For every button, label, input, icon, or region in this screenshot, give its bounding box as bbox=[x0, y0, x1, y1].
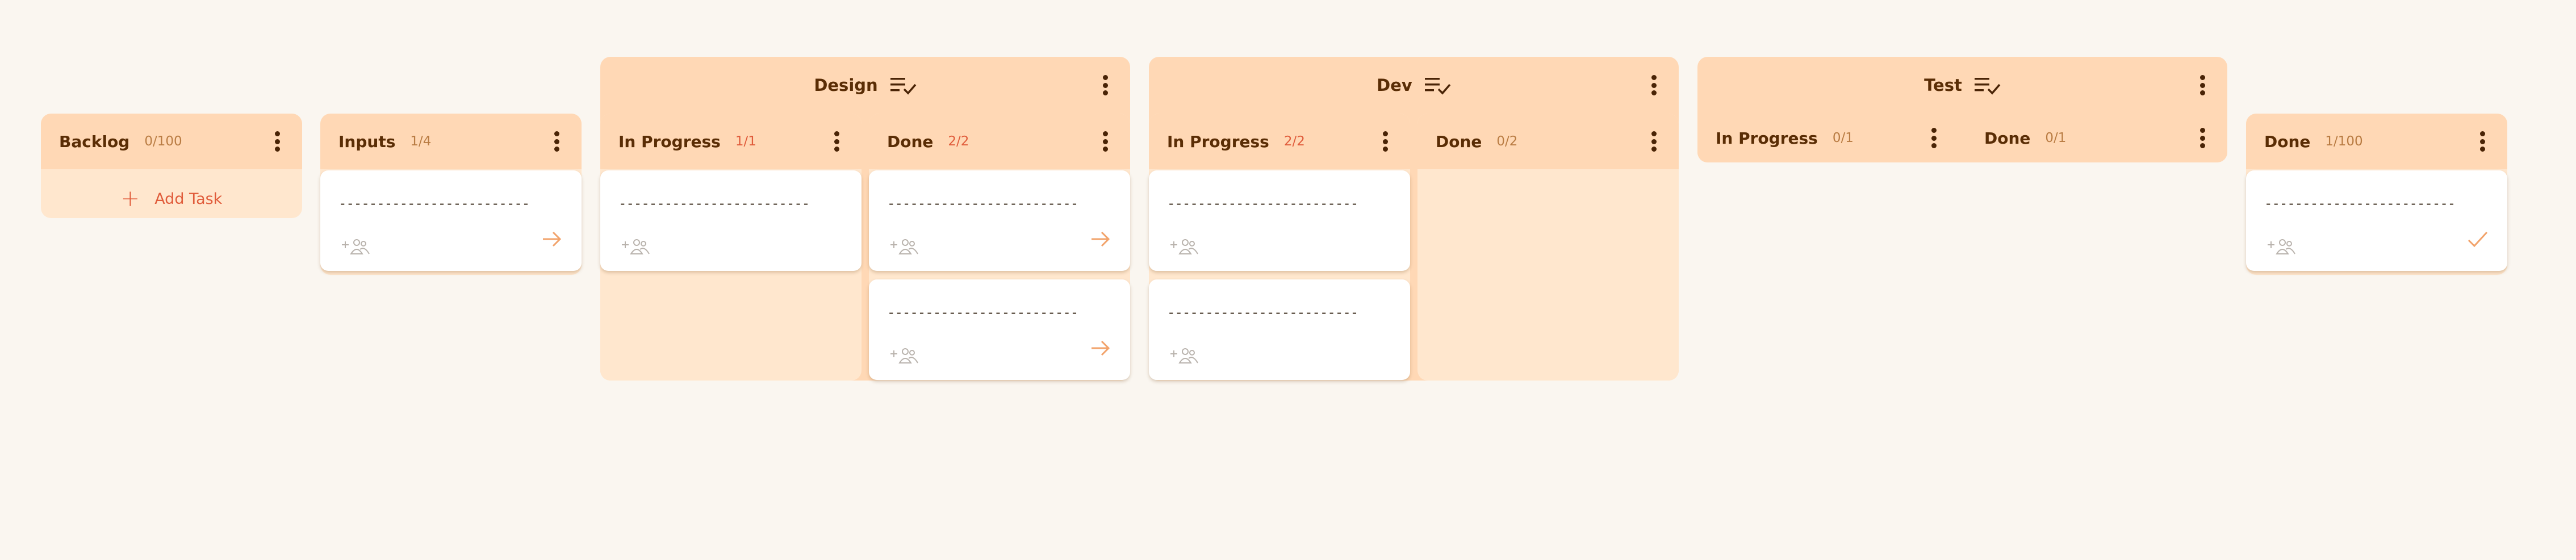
group-title: Design bbox=[814, 76, 878, 95]
group-menu-button[interactable] bbox=[2199, 75, 2206, 95]
column-menu-button[interactable] bbox=[553, 131, 560, 152]
column-header: Inputs 1/4 bbox=[320, 114, 582, 169]
column-header: In Progress 2/2 bbox=[1149, 114, 1410, 169]
move-arrow-icon[interactable] bbox=[541, 229, 563, 249]
add-assignee-icon[interactable] bbox=[621, 237, 653, 260]
column-header: In Progress 1/1 bbox=[600, 114, 862, 169]
column-backlog: Backlog 0/100 + Add Task bbox=[41, 114, 302, 218]
card-title: ------------------------- bbox=[1167, 304, 1358, 320]
column-menu-button[interactable] bbox=[1382, 131, 1389, 152]
group-menu-button[interactable] bbox=[1650, 75, 1657, 95]
column-test-in-progress: In Progress 0/1 bbox=[1697, 114, 1959, 162]
checklist-icon[interactable] bbox=[1424, 76, 1451, 95]
task-card[interactable]: ------------------------- bbox=[320, 170, 582, 271]
column-header: Done 1/100 bbox=[2246, 114, 2507, 169]
column-menu-button[interactable] bbox=[1650, 131, 1657, 152]
add-assignee-icon[interactable] bbox=[1169, 346, 1201, 369]
column-title: In Progress bbox=[1716, 128, 1818, 148]
kanban-board: Design Dev Test Backlog 0/100 + Add Task… bbox=[0, 0, 2576, 560]
plus-icon: + bbox=[120, 186, 140, 212]
group-dev-header: Dev bbox=[1149, 57, 1679, 114]
wip-count: 2/2 bbox=[1283, 134, 1305, 149]
column-menu-button[interactable] bbox=[2479, 131, 2486, 152]
group-title: Dev bbox=[1377, 76, 1412, 95]
wip-count: 0/2 bbox=[1496, 134, 1518, 149]
task-card[interactable]: ------------------------- bbox=[2246, 170, 2507, 271]
move-arrow-icon[interactable] bbox=[1089, 229, 1112, 249]
add-assignee-icon[interactable] bbox=[889, 237, 921, 260]
column-menu-button[interactable] bbox=[274, 131, 281, 152]
column-title: Inputs bbox=[338, 132, 396, 151]
task-card[interactable]: ------------------------- bbox=[600, 170, 862, 271]
column-title: Done bbox=[1984, 128, 2031, 148]
column-header: Done 0/1 bbox=[1966, 114, 2227, 162]
checkmark-icon[interactable] bbox=[2466, 229, 2489, 249]
add-assignee-icon[interactable] bbox=[1169, 237, 1201, 260]
move-arrow-icon[interactable] bbox=[1089, 338, 1112, 358]
task-card[interactable]: ------------------------- bbox=[869, 279, 1130, 380]
column-header: In Progress 0/1 bbox=[1697, 114, 1959, 162]
wip-count: 2/2 bbox=[948, 134, 969, 149]
add-assignee-icon[interactable] bbox=[889, 346, 921, 369]
card-title: ------------------------- bbox=[2264, 195, 2456, 211]
card-title: ------------------------- bbox=[338, 195, 530, 211]
task-card[interactable]: ------------------------- bbox=[869, 170, 1130, 271]
card-title: ------------------------- bbox=[887, 195, 1078, 211]
card-title: ------------------------- bbox=[618, 195, 810, 211]
add-task-label: Add Task bbox=[154, 190, 223, 208]
add-assignee-icon[interactable] bbox=[2266, 237, 2298, 260]
add-assignee-icon[interactable] bbox=[341, 237, 373, 260]
column-title: In Progress bbox=[618, 132, 721, 151]
column-menu-button[interactable] bbox=[833, 131, 840, 152]
column-header: Done 0/2 bbox=[1417, 114, 1679, 169]
task-card[interactable]: ------------------------- bbox=[1149, 279, 1410, 380]
group-menu-button[interactable] bbox=[1102, 75, 1109, 95]
column-header: Backlog 0/100 bbox=[41, 114, 302, 169]
wip-count: 1/1 bbox=[735, 134, 756, 149]
wip-count: 1/4 bbox=[410, 134, 432, 149]
group-test-header: Test bbox=[1697, 57, 2227, 114]
checklist-icon[interactable] bbox=[1974, 76, 2001, 95]
wip-count: 0/1 bbox=[2045, 131, 2067, 145]
checklist-icon[interactable] bbox=[890, 76, 917, 95]
column-title: In Progress bbox=[1167, 132, 1269, 151]
wip-count: 0/100 bbox=[144, 134, 182, 149]
column-title: Done bbox=[887, 132, 934, 151]
wip-count: 1/100 bbox=[2325, 134, 2363, 149]
column-header: Done 2/2 bbox=[869, 114, 1130, 169]
column-title: Done bbox=[1436, 132, 1482, 151]
column-menu-button[interactable] bbox=[1102, 131, 1109, 152]
column-menu-button[interactable] bbox=[1930, 128, 1937, 148]
group-design-header: Design bbox=[600, 57, 1130, 114]
add-task-button[interactable]: + Add Task bbox=[41, 181, 302, 217]
column-title: Done bbox=[2264, 132, 2311, 151]
column-menu-button[interactable] bbox=[2199, 128, 2206, 148]
card-title: ------------------------- bbox=[1167, 195, 1358, 211]
card-title: ------------------------- bbox=[887, 304, 1078, 320]
group-title: Test bbox=[1924, 76, 1962, 95]
task-card[interactable]: ------------------------- bbox=[1149, 170, 1410, 271]
column-test-done: Done 0/1 bbox=[1966, 114, 2227, 162]
column-dev-done: Done 0/2 bbox=[1417, 114, 1679, 381]
column-title: Backlog bbox=[59, 132, 130, 151]
wip-count: 0/1 bbox=[1832, 131, 1854, 145]
